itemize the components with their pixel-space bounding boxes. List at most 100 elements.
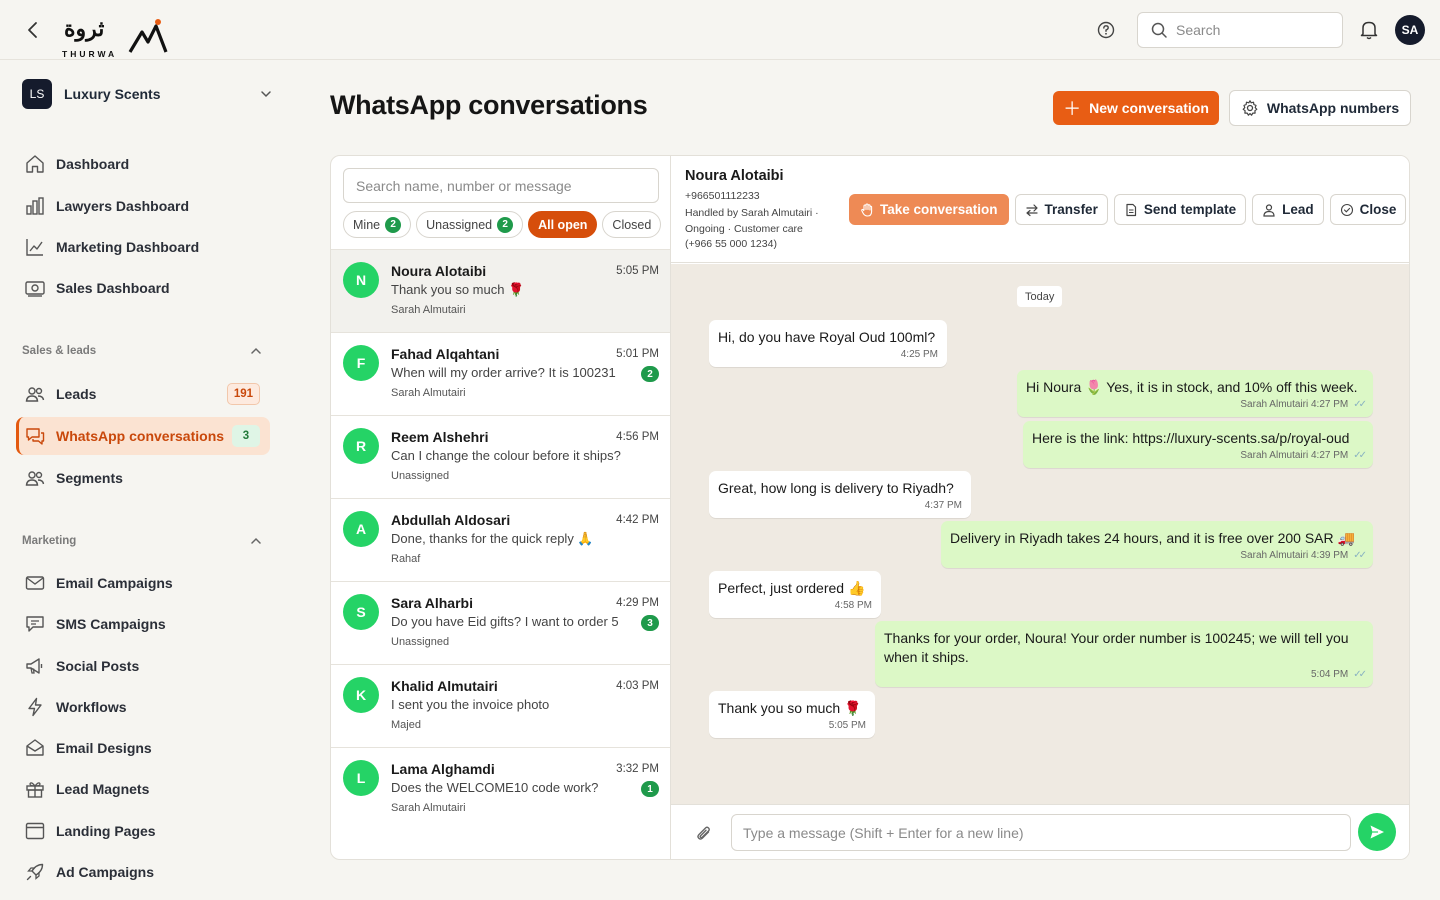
assigned-agent: Sarah Almutairi — [391, 304, 466, 316]
global-search-input[interactable] — [1176, 22, 1336, 38]
nav-leads[interactable]: Leads 191 — [16, 375, 270, 413]
message-meta: 5:04 PM ✓✓ — [884, 668, 1367, 681]
conversation-row[interactable]: R Reem Alshehri 4:56 PM Can I change the co… — [331, 415, 670, 498]
page-title: WhatsApp conversations — [330, 90, 648, 120]
lead-button[interactable]: Lead — [1252, 194, 1324, 225]
filter-unassigned[interactable]: Unassigned 2 — [416, 211, 524, 238]
new-conversation-button[interactable]: ＋ New conversation — [1053, 91, 1219, 125]
read-ticks-icon: ✓✓ — [1353, 399, 1367, 410]
section-sales-leads[interactable]: Sales & leads — [22, 341, 264, 361]
last-message-preview: Does the WELCOME10 code work? — [391, 780, 599, 795]
filter-all-open[interactable]: All open — [528, 211, 598, 238]
transfer-button[interactable]: Transfer — [1014, 194, 1108, 225]
user-icon — [1263, 203, 1275, 217]
conversation-row[interactable]: L Lama Alghamdi 3:32 PM Does the WELCOME10 … — [331, 747, 670, 830]
back-arrow-icon[interactable] — [22, 18, 44, 42]
section-title: Marketing — [22, 535, 77, 547]
take-conversation-button[interactable]: Take conversation — [849, 194, 1009, 225]
bell-icon[interactable] — [1359, 19, 1379, 41]
hand-icon — [861, 202, 873, 217]
outgoing-message: Thanks for your order, Noura! Your order… — [875, 621, 1373, 687]
section-title: Sales & leads — [22, 345, 97, 357]
nav-dashboard[interactable]: Dashboard — [16, 145, 270, 183]
nav-sms-campaigns[interactable]: SMS Campaigns — [16, 605, 270, 643]
assigned-agent: Rahaf — [391, 553, 421, 565]
send-button[interactable] — [1358, 813, 1396, 851]
last-message-time: 4:03 PM — [616, 680, 659, 692]
message-text: Delivery in Riyadh takes 24 hours, and i… — [950, 530, 1355, 546]
nav-lead-magnets[interactable]: Lead Magnets — [16, 770, 270, 808]
chevron-up-icon — [251, 537, 261, 544]
workspace-switcher[interactable]: LS Luxury Scents — [22, 79, 276, 109]
outgoing-message: Here is the link: https://luxury-scents.… — [1023, 421, 1373, 468]
last-message-time: 4:56 PM — [616, 431, 659, 443]
conversation-row[interactable]: N Noura Alotaibi 5:05 PM Thank you so much … — [331, 249, 670, 332]
send-template-label: Send template — [1143, 202, 1237, 217]
conversation-row[interactable]: A Abdullah Aldosari 4:42 PM Done, thanks fo… — [331, 498, 670, 581]
contact-avatar: N — [343, 262, 379, 298]
outgoing-message: Hi Noura 🌷 Yes, it is in stock, and 10% … — [1017, 370, 1373, 417]
browser-icon — [24, 820, 46, 842]
line-chart-icon — [24, 236, 46, 258]
send-template-button[interactable]: Send template — [1113, 194, 1247, 225]
contact-phone: +966501112233 — [685, 190, 760, 202]
conversation-filters: Mine 2 Unassigned 2 All open Closed — [343, 211, 662, 238]
contact-avatar: F — [343, 345, 379, 381]
take-conversation-label: Take conversation — [880, 202, 998, 217]
nav-marketing-dashboard[interactable]: Marketing Dashboard — [16, 228, 270, 266]
nav-landing-pages[interactable]: Landing Pages — [16, 812, 270, 850]
whatsapp-count-badge: 3 — [232, 425, 260, 447]
section-marketing[interactable]: Marketing — [22, 531, 264, 551]
message-meta: Sarah Almutairi 4:27 PM ✓✓ — [1026, 398, 1367, 411]
last-message-time: 5:05 PM — [616, 265, 659, 277]
leads-count-badge: 191 — [226, 383, 260, 405]
last-message-time: 4:29 PM — [616, 597, 659, 609]
home-icon — [24, 153, 46, 175]
message-meta: 4:37 PM — [718, 499, 962, 512]
contact-name: Lama Alghamdi — [391, 761, 495, 777]
plus-icon: ＋ — [1063, 99, 1082, 119]
unread-count-badge: 2 — [641, 366, 659, 382]
filter-mine[interactable]: Mine 2 — [343, 211, 412, 238]
nav-ad-campaigns[interactable]: Ad Campaigns — [16, 853, 270, 891]
global-search[interactable] — [1137, 12, 1343, 48]
filter-closed[interactable]: Closed — [602, 211, 662, 238]
paperclip-icon[interactable] — [693, 823, 715, 845]
lightning-icon — [24, 696, 46, 718]
conversation-row[interactable]: K Khalid Almutairi 4:03 PM I sent you the i… — [331, 664, 670, 747]
nav-social-posts[interactable]: Social Posts — [16, 647, 270, 685]
contact-avatar: K — [343, 677, 379, 713]
nav-label: Lead Magnets — [56, 781, 150, 797]
nav-whatsapp-conversations[interactable]: WhatsApp conversations 3 — [16, 417, 270, 455]
message-meta: Sarah Almutairi 4:27 PM ✓✓ — [1032, 449, 1367, 462]
contact-avatar: A — [343, 511, 379, 547]
nav-sales-dashboard[interactable]: Sales Dashboard — [16, 269, 270, 307]
top-bar: ثروة THURWA SA — [0, 0, 1440, 60]
message-icon — [24, 613, 46, 635]
whatsapp-numbers-button[interactable]: WhatsApp numbers — [1229, 90, 1411, 126]
nav-lawyers-dashboard[interactable]: Lawyers Dashboard — [16, 187, 270, 225]
message-time: 5:04 PM — [1310, 669, 1349, 680]
gear-icon — [1242, 100, 1258, 116]
message-sender: Sarah Almutairi — [1240, 450, 1309, 461]
last-message-preview: Do you have Eid gifts? I want to order 5 — [391, 614, 619, 629]
user-avatar[interactable]: SA — [1395, 15, 1425, 45]
close-conversation-button[interactable]: Close — [1329, 194, 1407, 225]
megaphone-icon — [24, 655, 46, 677]
conversation-row[interactable]: F Fahad Alqahtani 5:01 PM When will my orde… — [331, 332, 670, 415]
outgoing-message: Delivery in Riyadh takes 24 hours, and i… — [941, 521, 1373, 568]
nav-segments[interactable]: Segments — [16, 459, 270, 497]
last-message-preview: Thank you so much 🌹 — [391, 282, 525, 297]
conversation-rows: N Noura Alotaibi 5:05 PM Thank you so much … — [331, 249, 670, 830]
mountain-logo-icon — [128, 19, 168, 53]
nav-email-designs[interactable]: Email Designs — [16, 729, 270, 767]
message-input[interactable] — [731, 814, 1351, 851]
help-icon[interactable] — [1096, 20, 1116, 40]
brand-logo[interactable]: ثروة THURWA — [62, 16, 172, 60]
conversation-search-input[interactable] — [343, 168, 659, 203]
contact-name: Noura Alotaibi — [685, 168, 784, 184]
contact-name: Reem Alshehri — [391, 429, 489, 445]
conversation-row[interactable]: S Sara Alharbi 4:29 PM Do you have Eid gift… — [331, 581, 670, 664]
nav-workflows[interactable]: Workflows — [16, 688, 270, 726]
nav-email-campaigns[interactable]: Email Campaigns — [16, 564, 270, 602]
